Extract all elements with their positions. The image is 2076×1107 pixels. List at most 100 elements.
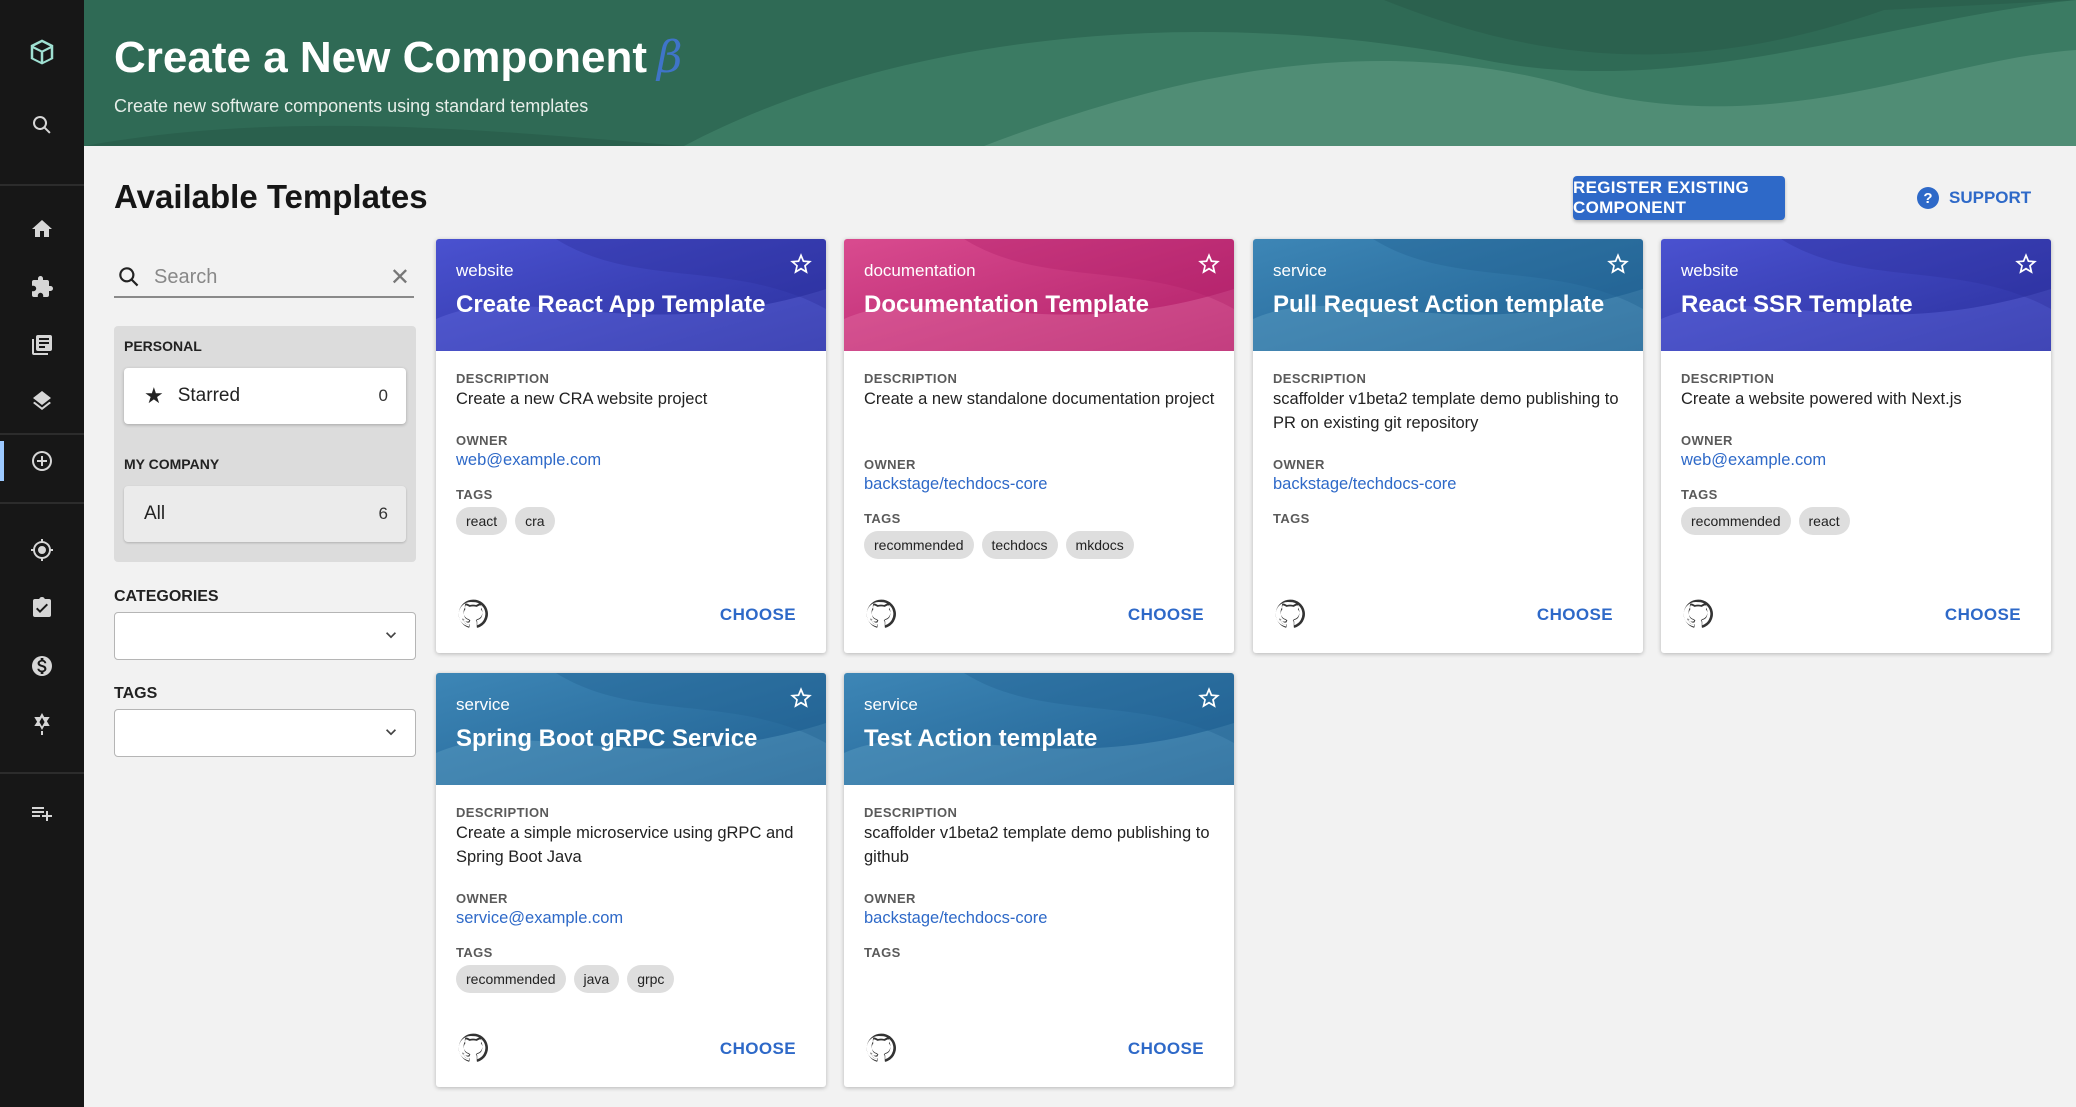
owner-label: OWNER <box>864 891 916 906</box>
tags-label: TAGS <box>114 685 158 702</box>
tag-chip[interactable]: mkdocs <box>1065 531 1134 559</box>
tags-select[interactable] <box>114 709 416 757</box>
owner-label: OWNER <box>1681 433 1733 448</box>
card-owner-link[interactable]: backstage/techdocs-core <box>1273 475 1456 494</box>
template-card: service Spring Boot gRPC Service DESCRIPTI… <box>436 673 826 1087</box>
home-icon[interactable] <box>0 209 84 249</box>
card-tags: recommended react <box>1681 507 1850 535</box>
card-owner-link[interactable]: backstage/techdocs-core <box>864 909 1047 928</box>
tags-label: TAGS <box>864 511 901 526</box>
page-header: Create a New Component β Create new softw… <box>84 0 2076 146</box>
tag-chip[interactable]: grpc <box>627 965 675 993</box>
tag-chip[interactable]: react <box>1798 507 1850 535</box>
tag-chip[interactable]: cra <box>515 507 555 535</box>
github-icon[interactable] <box>458 599 488 629</box>
star-icon: ★ <box>144 383 164 408</box>
description-label: DESCRIPTION <box>456 805 550 820</box>
github-icon[interactable] <box>866 1033 896 1063</box>
card-owner-link[interactable]: web@example.com <box>456 451 601 470</box>
card-tags: recommended java grpc <box>456 965 675 993</box>
page-title-header: Create a New Component β <box>114 32 682 83</box>
card-description: scaffolder v1beta2 template demo publish… <box>1273 390 1619 432</box>
sidebar-nav <box>0 0 84 1107</box>
menu-add-icon[interactable] <box>0 793 84 833</box>
beta-badge: β <box>656 32 683 83</box>
card-header: documentation Documentation Template <box>844 239 1234 351</box>
cost-icon[interactable] <box>0 646 84 686</box>
logo-icon[interactable] <box>0 32 84 72</box>
clear-icon[interactable]: ✕ <box>390 263 410 292</box>
categories-label: CATEGORIES <box>114 588 219 605</box>
choose-button[interactable]: CHOOSE <box>1945 605 2021 625</box>
support-label: SUPPORT <box>1949 188 2032 207</box>
card-description: Create a new standalone documentation pr… <box>864 390 1215 408</box>
chevron-down-icon <box>386 632 396 639</box>
layers-icon[interactable] <box>0 383 84 423</box>
starred-label: Starred <box>177 385 241 406</box>
tag-chip[interactable]: recommended <box>1681 507 1791 535</box>
card-type: website <box>456 261 514 280</box>
card-header: website React SSR Template <box>1661 239 2051 351</box>
starred-filter[interactable]: ★ Starred 0 <box>124 368 406 424</box>
card-owner-link[interactable]: service@example.com <box>456 909 623 928</box>
card-header: website Create React App Template <box>436 239 826 351</box>
graph-icon[interactable] <box>0 704 84 744</box>
docs-icon[interactable] <box>0 325 84 365</box>
star-outline-icon[interactable] <box>1605 251 1631 277</box>
template-card: website Create React App Template DESCRIPT… <box>436 239 826 653</box>
card-description: scaffolder v1beta2 template demo publish… <box>864 824 1210 866</box>
description-label: DESCRIPTION <box>1681 371 1775 386</box>
header-subtitle: Create new software components using sta… <box>114 96 589 116</box>
choose-button[interactable]: CHOOSE <box>1537 605 1613 625</box>
search-icon[interactable] <box>0 105 84 145</box>
template-card: website React SSR Template DESCRIPTION Crea… <box>1661 239 2051 653</box>
star-outline-icon[interactable] <box>1196 251 1222 277</box>
puzzle-icon[interactable] <box>0 267 84 307</box>
page-title: Available Templates <box>114 178 428 215</box>
card-header: service Test Action template <box>844 673 1234 785</box>
search-input[interactable]: Search <box>154 266 390 289</box>
choose-button[interactable]: CHOOSE <box>720 1039 796 1059</box>
card-title: Test Action template <box>864 725 1098 752</box>
card-title: Pull Request Action template <box>1273 291 1605 318</box>
github-icon[interactable] <box>866 599 896 629</box>
choose-button[interactable]: CHOOSE <box>720 605 796 625</box>
star-outline-icon[interactable] <box>1196 685 1222 711</box>
starred-count: 0 <box>378 386 388 405</box>
tag-chip[interactable]: recommended <box>456 965 566 993</box>
header-title: Create a New Component <box>114 33 647 82</box>
card-owner-link[interactable]: backstage/techdocs-core <box>864 475 1047 494</box>
star-outline-icon[interactable] <box>2013 251 2039 277</box>
tag-chip[interactable]: recommended <box>864 531 974 559</box>
all-filter[interactable]: All 6 <box>124 486 406 542</box>
owner-label: OWNER <box>1273 457 1325 472</box>
user-filter-panel: PERSONAL ★ Starred 0 MY COMPANY All 6 <box>114 326 416 562</box>
github-icon[interactable] <box>1275 599 1305 629</box>
card-type: service <box>1273 261 1327 280</box>
tag-chip[interactable]: techdocs <box>981 531 1058 559</box>
tag-chip[interactable]: react <box>456 507 508 535</box>
github-icon[interactable] <box>1683 599 1713 629</box>
tags-label: TAGS <box>1273 511 1310 526</box>
radar-icon[interactable] <box>0 530 84 570</box>
star-outline-icon[interactable] <box>788 251 814 277</box>
tag-chip[interactable]: java <box>573 965 620 993</box>
search-icon <box>119 267 139 287</box>
owner-label: OWNER <box>864 457 916 472</box>
github-icon[interactable] <box>458 1033 488 1063</box>
card-owner-link[interactable]: web@example.com <box>1681 451 1826 470</box>
choose-button[interactable]: CHOOSE <box>1128 1039 1204 1059</box>
tags-label: TAGS <box>456 945 493 960</box>
register-existing-component-button[interactable]: REGISTER EXISTING COMPONENT <box>1573 176 1785 220</box>
checklist-icon[interactable] <box>0 588 84 628</box>
choose-button[interactable]: CHOOSE <box>1128 605 1204 625</box>
search-field[interactable]: Search ✕ <box>114 258 414 298</box>
template-card: service Pull Request Action template DESCR… <box>1253 239 1643 653</box>
create-icon[interactable] <box>0 441 84 481</box>
star-outline-icon[interactable] <box>788 685 814 711</box>
support-button[interactable]: ? SUPPORT <box>1917 184 2031 212</box>
tags-label: TAGS <box>864 945 901 960</box>
categories-select[interactable] <box>114 612 416 660</box>
card-title: React SSR Template <box>1681 291 1913 318</box>
card-tags: react cra <box>456 507 555 535</box>
